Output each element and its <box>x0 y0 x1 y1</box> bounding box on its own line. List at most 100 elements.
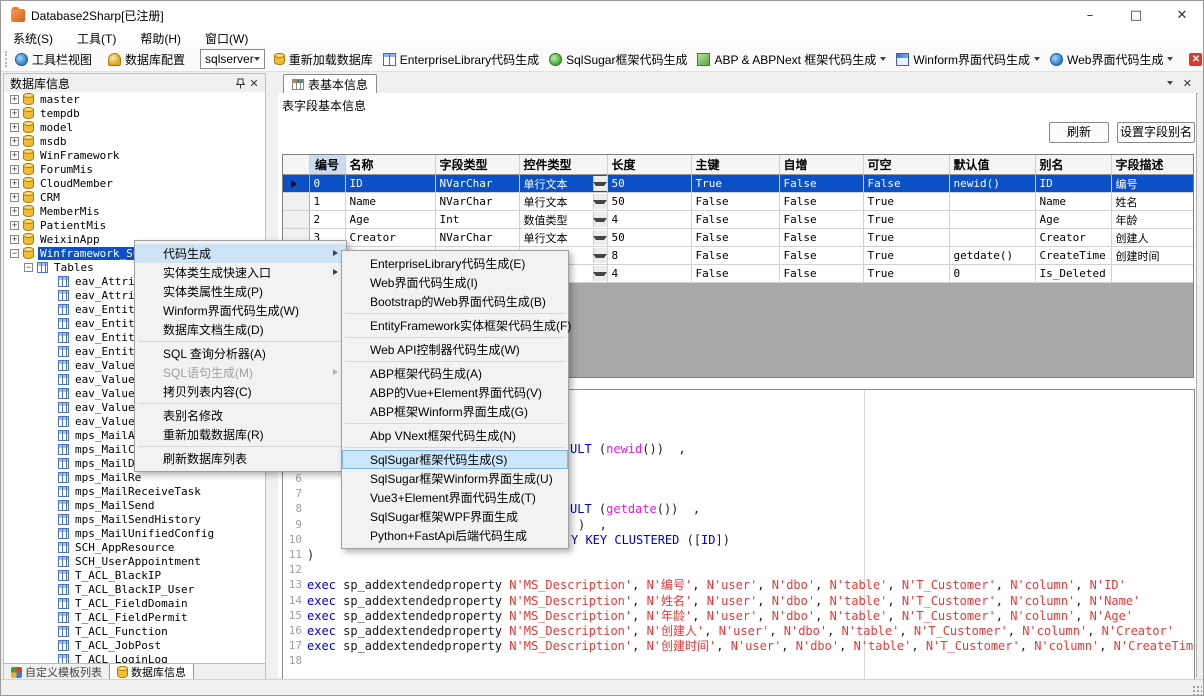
maximize-button[interactable]: □ <box>1113 1 1159 29</box>
grid-cell[interactable]: 50 <box>607 175 691 193</box>
grid-cell[interactable]: 单行文本 <box>519 193 607 211</box>
grid-cell[interactable]: ID <box>345 175 435 193</box>
grid-cell[interactable]: 单行文本 <box>519 229 607 247</box>
grid-row[interactable]: 1NameNVarChar单行文本50FalseFalseTrueName姓名 <box>283 193 1194 211</box>
toolbar-entlib-button[interactable]: EnterpriseLibrary代码生成 <box>378 49 544 70</box>
grid-cell[interactable]: NVarChar <box>435 175 519 193</box>
tree-item[interactable]: +WinFramework <box>4 148 265 162</box>
close-icon[interactable]: ✕ <box>247 76 261 90</box>
grid-cell[interactable]: Creator <box>1035 229 1111 247</box>
grid-cell[interactable]: 数值类型 <box>519 211 607 229</box>
grid-cell[interactable]: False <box>779 175 863 193</box>
menu-item[interactable]: 数据库文档生成(D) <box>135 320 346 339</box>
expander-icon[interactable]: + <box>10 221 19 230</box>
combo-dropdown-button[interactable] <box>593 230 607 245</box>
expander-icon[interactable]: + <box>10 95 19 104</box>
menu-item[interactable]: ABP框架Winform界面生成(G) <box>342 402 568 421</box>
grid-cell[interactable]: Creator <box>345 229 435 247</box>
tree-item[interactable]: SCH_AppResource <box>4 540 265 554</box>
menu-item[interactable]: Python+FastApi后端代码生成 <box>342 526 568 545</box>
toolbar-exit-button[interactable]: ✕ 退出 <box>1184 49 1204 70</box>
grid-cell[interactable]: newid() <box>949 175 1035 193</box>
expander-icon[interactable]: − <box>10 249 19 258</box>
grid-cell[interactable]: 年龄 <box>1111 211 1194 229</box>
grid-cell[interactable]: False <box>863 175 949 193</box>
grid-cell[interactable]: Age <box>345 211 435 229</box>
grid-cell[interactable]: Int <box>435 211 519 229</box>
menu-item[interactable]: 表别名修改 <box>135 406 346 425</box>
grid-cell[interactable]: 编号 <box>1111 175 1194 193</box>
expander-icon[interactable]: + <box>10 109 19 118</box>
pin-icon[interactable] <box>233 76 247 90</box>
grid-cell[interactable] <box>949 211 1035 229</box>
grid-column-header[interactable]: 控件类型 <box>519 155 607 175</box>
grid-cell[interactable]: True <box>863 229 949 247</box>
menu-item[interactable]: SqlSugar框架Winform界面生成(U) <box>342 469 568 488</box>
grid-cell[interactable]: 2 <box>309 211 345 229</box>
grid-column-header[interactable]: 字段类型 <box>435 155 519 175</box>
menu-item[interactable]: 拷贝列表内容(C) <box>135 382 346 401</box>
tree-item[interactable]: mps_MailReceiveTask <box>4 484 265 498</box>
toolbar-grip[interactable] <box>5 51 7 67</box>
grid-cell[interactable]: True <box>863 265 949 283</box>
toolbar-dbconfig-button[interactable]: 数据库配置 <box>103 49 190 70</box>
grid-cell[interactable]: NVarChar <box>435 229 519 247</box>
tree-item[interactable]: +CloudMember <box>4 176 265 190</box>
grid-cell[interactable]: False <box>691 193 779 211</box>
grid-cell[interactable]: 50 <box>607 193 691 211</box>
menubar-item-2[interactable]: 帮助(H) <box>128 28 193 49</box>
menu-item[interactable]: SQL 查询分析器(A) <box>135 344 346 363</box>
expander-icon[interactable]: + <box>10 193 19 202</box>
menu-item[interactable]: Winform界面代码生成(W) <box>135 301 346 320</box>
menu-item[interactable]: Abp VNext框架代码生成(N) <box>342 426 568 445</box>
menu-item[interactable]: Web API控制器代码生成(W) <box>342 340 568 359</box>
grid-cell[interactable]: False <box>779 211 863 229</box>
tree-item[interactable]: mps_MailSend <box>4 498 265 512</box>
grid-column-header[interactable]: 别名 <box>1035 155 1111 175</box>
grid-cell[interactable] <box>949 193 1035 211</box>
grid-cell[interactable]: True <box>691 175 779 193</box>
refresh-button[interactable]: 刷新 <box>1049 122 1109 143</box>
grid-cell[interactable]: Name <box>1035 193 1111 211</box>
grid-cell[interactable]: 0 <box>309 175 345 193</box>
grid-cell[interactable]: True <box>863 247 949 265</box>
grid-cell[interactable]: NVarChar <box>435 193 519 211</box>
chevron-down-icon[interactable] <box>880 57 886 61</box>
tree-item[interactable]: mps_MailSendHistory <box>4 512 265 526</box>
chevron-down-icon[interactable] <box>1034 57 1040 61</box>
grid-row[interactable]: 3CreatorNVarChar单行文本50FalseFalseTrueCrea… <box>283 229 1194 247</box>
grid-cell[interactable]: ID <box>1035 175 1111 193</box>
dock-tab-database-info[interactable]: 数据库信息 <box>109 664 194 680</box>
tree-item[interactable]: SCH_UserAppointment <box>4 554 265 568</box>
expander-icon[interactable]: − <box>24 263 33 272</box>
combo-dropdown-button[interactable] <box>593 194 607 209</box>
toolbar-abp-button[interactable]: ABP & ABPNext 框架代码生成 <box>692 49 891 70</box>
toolbar-sqlsugar-button[interactable]: SqlSugar框架代码生成 <box>544 49 692 70</box>
grid-cell[interactable]: 50 <box>607 229 691 247</box>
combo-dropdown-button[interactable] <box>593 266 607 281</box>
tree-item[interactable]: +MemberMis <box>4 204 265 218</box>
grid-cell[interactable]: False <box>691 265 779 283</box>
grid-cell[interactable]: 4 <box>607 265 691 283</box>
tab-table-basic-info[interactable]: 表基本信息 <box>283 74 377 94</box>
menu-item[interactable]: EnterpriseLibrary代码生成(E) <box>342 254 568 273</box>
tree-item[interactable]: T_ACL_BlackIP <box>4 568 265 582</box>
menu-item[interactable]: 重新加载数据库(R) <box>135 425 346 444</box>
tree-item[interactable]: +msdb <box>4 134 265 148</box>
grid-cell[interactable]: 4 <box>607 211 691 229</box>
tree-item[interactable]: +tempdb <box>4 106 265 120</box>
row-header[interactable] <box>283 211 309 229</box>
menu-item[interactable]: 代码生成 <box>135 244 346 263</box>
grid-cell[interactable]: False <box>691 211 779 229</box>
menu-item[interactable]: SqlSugar框架WPF界面生成 <box>342 507 568 526</box>
minimize-button[interactable]: – <box>1067 1 1113 29</box>
grid-cell[interactable]: CreateTime <box>1035 247 1111 265</box>
expander-icon[interactable]: + <box>10 235 19 244</box>
grid-column-header[interactable]: 编号 <box>309 155 345 175</box>
expander-icon[interactable]: + <box>10 123 19 132</box>
expander-icon[interactable]: + <box>10 137 19 146</box>
grid-row[interactable]: 0IDNVarChar单行文本50TrueFalseFalsenewid()ID… <box>283 175 1194 193</box>
grid-column-header[interactable]: 自增 <box>779 155 863 175</box>
grid-column-header[interactable]: 主键 <box>691 155 779 175</box>
database-type-select[interactable]: sqlserver <box>200 49 265 69</box>
